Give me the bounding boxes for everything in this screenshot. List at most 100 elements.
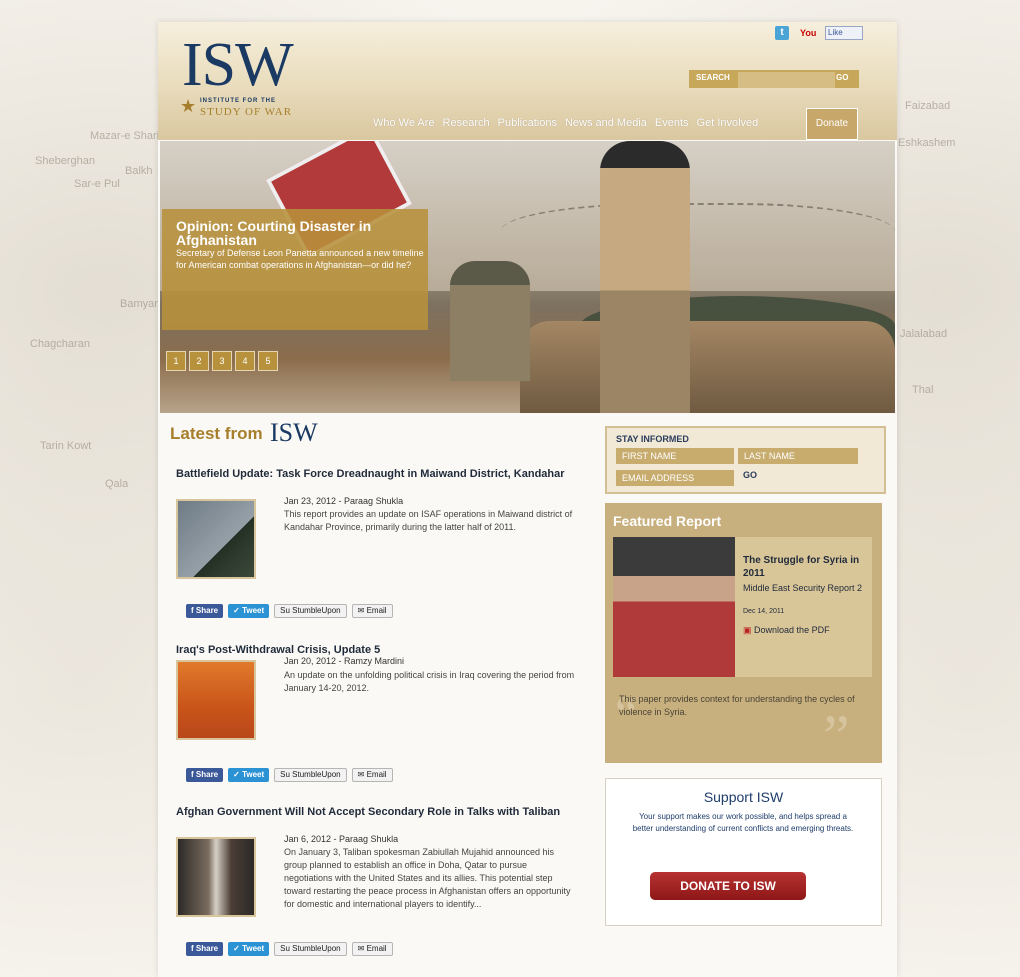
email-label: Email [366, 770, 387, 779]
tweet-button[interactable]: ✓ Tweet [228, 768, 270, 782]
slide-page-button[interactable]: 5 [258, 351, 278, 371]
support-box: Support ISW Your support makes our work … [605, 778, 882, 926]
facebook-like-label: Like [828, 28, 843, 37]
main-nav: Who We Are Research Publications News an… [373, 117, 766, 131]
featured-image[interactable] [613, 537, 735, 677]
search-go-button[interactable]: GO [836, 73, 848, 82]
slide-page-button[interactable]: 2 [189, 351, 209, 371]
map-label: Thal [912, 384, 934, 396]
nav-donate[interactable]: Donate [806, 108, 858, 140]
site-header: ISW ★ INSTITUTE FOR THE STUDY OF WAR t Y… [158, 22, 897, 140]
hero-soldier-standing [600, 141, 690, 413]
download-pdf-label: Download the PDF [754, 625, 830, 635]
map-label: Qala [105, 478, 129, 490]
map-label: Mazar-e Sharif [90, 130, 163, 142]
email-button[interactable]: ✉ Email [351, 942, 393, 956]
article-meta: Jan 6, 2012 - Paraag Shukla [284, 834, 399, 844]
article-item: Iraq's Post-Withdrawal Crisis, Update 5 … [176, 644, 576, 782]
featured-title[interactable]: The Struggle for Syria in 2011 [743, 554, 871, 580]
tweet-label: Tweet [242, 944, 265, 953]
share-label: Share [195, 770, 219, 779]
slide-page-button[interactable]: 4 [235, 351, 255, 371]
stumbleupon-label: StumbleUpon [292, 770, 341, 779]
map-label: Tarin Kowt [40, 440, 92, 452]
star-icon: ★ [180, 96, 197, 116]
article-thumbnail[interactable] [176, 660, 256, 740]
map-label: Sar-e Pul [74, 178, 120, 190]
hero-soldier-seated [450, 261, 530, 381]
nav-who-we-are[interactable]: Who We Are [373, 117, 435, 131]
hero-barbed-wire [500, 203, 895, 275]
latest-heading: Latest from [170, 424, 263, 443]
email-label: Email [366, 944, 387, 953]
download-pdf-link[interactable]: ▣ Download the PDF [743, 625, 830, 636]
hero-caption[interactable]: Opinion: Courting Disaster in Afghanista… [162, 209, 428, 330]
map-label: Faizabad [905, 100, 951, 112]
hero-sandbags [520, 321, 895, 413]
stumbleupon-label: StumbleUpon [292, 606, 341, 615]
facebook-like-button[interactable]: Like [825, 26, 863, 40]
twitter-icon[interactable]: t [775, 26, 789, 40]
article-title[interactable]: Afghan Government Will Not Accept Second… [176, 806, 576, 818]
subscribe-go-button[interactable]: GO [743, 470, 757, 480]
first-name-field[interactable]: FIRST NAME [616, 448, 734, 464]
logo-subtitle-2: STUDY OF WAR [200, 106, 293, 118]
article-description: On January 3, Taliban spokesman Zabiulla… [284, 847, 571, 909]
map-label: Bamyan [120, 298, 161, 310]
slide-page-button[interactable]: 1 [166, 351, 186, 371]
share-bar: f Share ✓ Tweet Su StumbleUpon ✉ Email [186, 942, 393, 956]
hero-slideshow[interactable]: Opinion: Courting Disaster in Afghanista… [160, 141, 895, 413]
article-thumbnail[interactable] [176, 499, 256, 579]
stay-informed-label: STAY INFORMED [616, 434, 689, 444]
logo-text: ISW [182, 31, 294, 99]
facebook-share-button[interactable]: f Share [186, 768, 224, 782]
last-name-field[interactable]: LAST NAME [738, 448, 858, 464]
slide-page-button[interactable]: 3 [212, 351, 232, 371]
logo-subtitle-1: INSTITUTE FOR THE [200, 98, 276, 104]
search-input[interactable] [738, 72, 835, 88]
article-title[interactable]: Iraq's Post-Withdrawal Crisis, Update 5 [176, 644, 576, 656]
article-title[interactable]: Battlefield Update: Task Force Dreadnaug… [176, 468, 576, 480]
stay-informed-form: STAY INFORMED FIRST NAME LAST NAME EMAIL… [605, 426, 886, 494]
stumbleupon-button[interactable]: Su StumbleUpon [274, 604, 347, 618]
article-item: Afghan Government Will Not Accept Second… [176, 806, 576, 956]
isw-logo[interactable]: ISW [182, 31, 294, 99]
article-thumbnail[interactable] [176, 837, 256, 917]
featured-report: Featured Report The Struggle for Syria i… [605, 503, 882, 766]
latest-logo-text: ISW [270, 418, 318, 447]
tweet-button[interactable]: ✓ Tweet [228, 942, 270, 956]
youtube-icon[interactable]: You [800, 26, 816, 40]
stumbleupon-button[interactable]: Su StumbleUpon [274, 768, 347, 782]
support-text: Your support makes our work possible, an… [632, 812, 854, 833]
tweet-label: Tweet [242, 606, 265, 615]
email-button[interactable]: ✉ Email [351, 768, 393, 782]
hero-title[interactable]: Opinion: Courting Disaster in Afghanista… [176, 219, 416, 247]
stumbleupon-button[interactable]: Su StumbleUpon [274, 942, 347, 956]
donate-button[interactable]: DONATE TO ISW [650, 872, 806, 900]
email-label: Email [366, 606, 387, 615]
featured-date: Dec 14, 2011 [743, 608, 785, 615]
map-label: Sheberghan [35, 155, 95, 167]
nav-news-and-media[interactable]: News and Media [565, 117, 647, 131]
support-heading: Support ISW [703, 789, 784, 805]
search-label: SEARCH [696, 73, 730, 82]
nav-events[interactable]: Events [655, 117, 689, 131]
nav-research[interactable]: Research [443, 117, 490, 131]
tweet-button[interactable]: ✓ Tweet [228, 604, 270, 618]
nav-get-involved[interactable]: Get Involved [697, 117, 759, 131]
email-field[interactable]: EMAIL ADDRESS [616, 470, 734, 486]
hero-description: Secretary of Defense Leon Panetta announ… [176, 248, 424, 270]
featured-heading: Featured Report [613, 513, 722, 529]
share-bar: f Share ✓ Tweet Su StumbleUpon ✉ Email [186, 768, 393, 782]
stumbleupon-label: StumbleUpon [292, 944, 341, 953]
nav-publications[interactable]: Publications [498, 117, 557, 131]
facebook-share-button[interactable]: f Share [186, 942, 224, 956]
facebook-share-button[interactable]: f Share [186, 604, 224, 618]
map-label: Chagcharan [30, 338, 90, 350]
map-label: Balkh [125, 165, 153, 177]
map-label: Eshkashem [898, 137, 956, 149]
latest-isw-logo: ISW [270, 420, 318, 446]
featured-subtitle: Middle East Security Report 2 [743, 583, 863, 593]
share-label: Share [195, 944, 219, 953]
email-button[interactable]: ✉ Email [351, 604, 393, 618]
